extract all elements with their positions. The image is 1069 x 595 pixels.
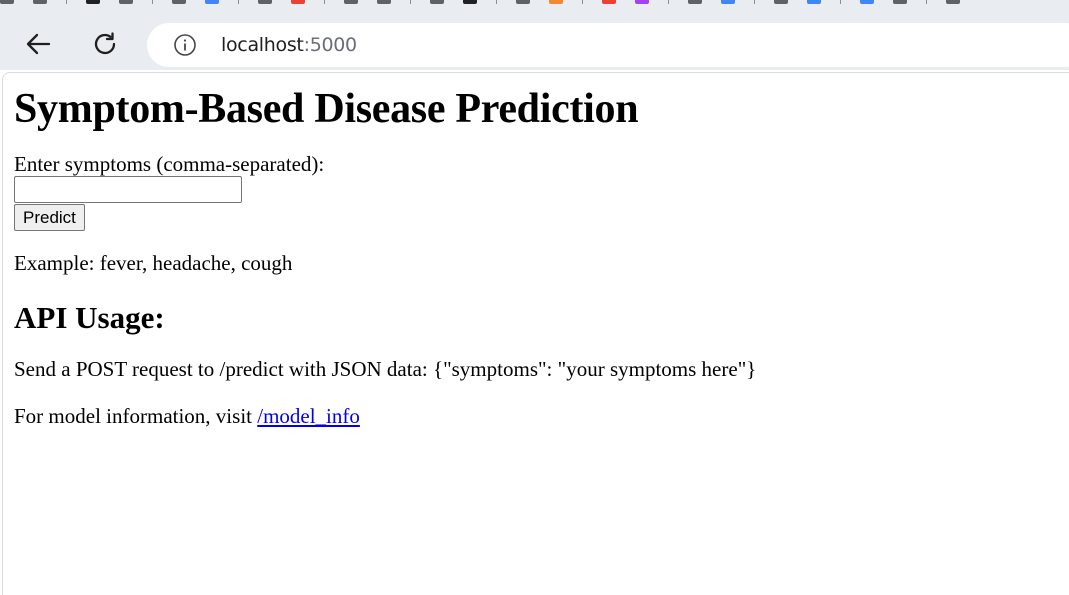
bookmark-favicon-icon[interactable] bbox=[893, 0, 907, 4]
reload-icon bbox=[94, 32, 116, 55]
reload-button[interactable] bbox=[87, 26, 123, 62]
api-description: Send a POST request to /predict with JSO… bbox=[14, 357, 757, 381]
favicon-separator bbox=[668, 0, 669, 4]
address-bar[interactable]: localhost:5000 bbox=[147, 23, 1069, 67]
bookmark-favicon-icon[interactable] bbox=[549, 0, 563, 4]
favicon-separator bbox=[496, 0, 497, 4]
favicon-separator bbox=[926, 0, 927, 4]
bookmark-favicon-icon[interactable] bbox=[291, 0, 305, 4]
url-host: localhost bbox=[221, 34, 304, 56]
api-usage-heading: API Usage: bbox=[14, 300, 165, 335]
symptoms-label: Enter symptoms (comma-separated): bbox=[14, 152, 325, 176]
bookmark-favicons bbox=[0, 0, 979, 6]
bookmark-favicon-icon[interactable] bbox=[258, 0, 272, 4]
bookmark-favicon-icon[interactable] bbox=[0, 0, 14, 4]
model-info-line: For model information, visit /model_info bbox=[14, 404, 1069, 428]
url-text[interactable]: localhost:5000 bbox=[221, 23, 357, 67]
bookmark-favicon-icon[interactable] bbox=[860, 0, 874, 4]
back-button[interactable] bbox=[20, 26, 56, 62]
bookmark-favicon-icon[interactable] bbox=[946, 0, 960, 4]
bookmark-favicon-icon[interactable] bbox=[430, 0, 444, 4]
bookmark-favicon-icon[interactable] bbox=[602, 0, 616, 4]
favicon-separator bbox=[410, 0, 411, 4]
bookmark-favicon-icon[interactable] bbox=[86, 0, 100, 4]
page-viewport: Symptom-Based Disease Prediction Enter s… bbox=[2, 72, 1069, 595]
bookmark-favicon-icon[interactable] bbox=[635, 0, 649, 4]
favicon-separator bbox=[840, 0, 841, 4]
tab-strip bbox=[0, 0, 1069, 18]
favicon-separator bbox=[324, 0, 325, 4]
bookmark-favicon-icon[interactable] bbox=[33, 0, 47, 4]
page-title: Symptom-Based Disease Prediction bbox=[14, 86, 639, 132]
favicon-separator bbox=[66, 0, 67, 4]
bookmark-favicon-icon[interactable] bbox=[688, 0, 702, 4]
bookmark-favicon-icon[interactable] bbox=[377, 0, 391, 4]
bookmark-favicon-icon[interactable] bbox=[516, 0, 530, 4]
back-arrow-icon bbox=[26, 33, 51, 55]
bookmark-favicon-icon[interactable] bbox=[774, 0, 788, 4]
model-info-prefix: For model information, visit bbox=[14, 404, 258, 428]
model-info-link[interactable]: /model_info bbox=[257, 404, 360, 428]
bookmark-favicon-icon[interactable] bbox=[344, 0, 358, 4]
bookmark-favicon-icon[interactable] bbox=[807, 0, 821, 4]
bookmark-favicon-icon[interactable] bbox=[119, 0, 133, 4]
bookmark-favicon-icon[interactable] bbox=[721, 0, 735, 4]
prediction-form: Enter symptoms (comma-separated): Predic… bbox=[14, 152, 1069, 231]
page-content: Symptom-Based Disease Prediction Enter s… bbox=[14, 73, 1069, 428]
favicon-separator bbox=[582, 0, 583, 4]
favicon-separator bbox=[754, 0, 755, 4]
url-port: :5000 bbox=[303, 34, 358, 56]
browser-toolbar: localhost:5000 bbox=[0, 18, 1069, 70]
favicon-separator bbox=[152, 0, 153, 4]
predict-button[interactable]: Predict bbox=[14, 204, 85, 231]
bookmark-favicon-icon[interactable] bbox=[172, 0, 186, 4]
site-info-icon[interactable] bbox=[173, 33, 197, 57]
example-text: Example: fever, headache, cough bbox=[14, 251, 293, 275]
favicon-separator bbox=[238, 0, 239, 4]
bookmark-favicon-icon[interactable] bbox=[205, 0, 219, 4]
bookmark-favicon-icon[interactable] bbox=[463, 0, 477, 4]
symptoms-input[interactable] bbox=[14, 176, 242, 203]
